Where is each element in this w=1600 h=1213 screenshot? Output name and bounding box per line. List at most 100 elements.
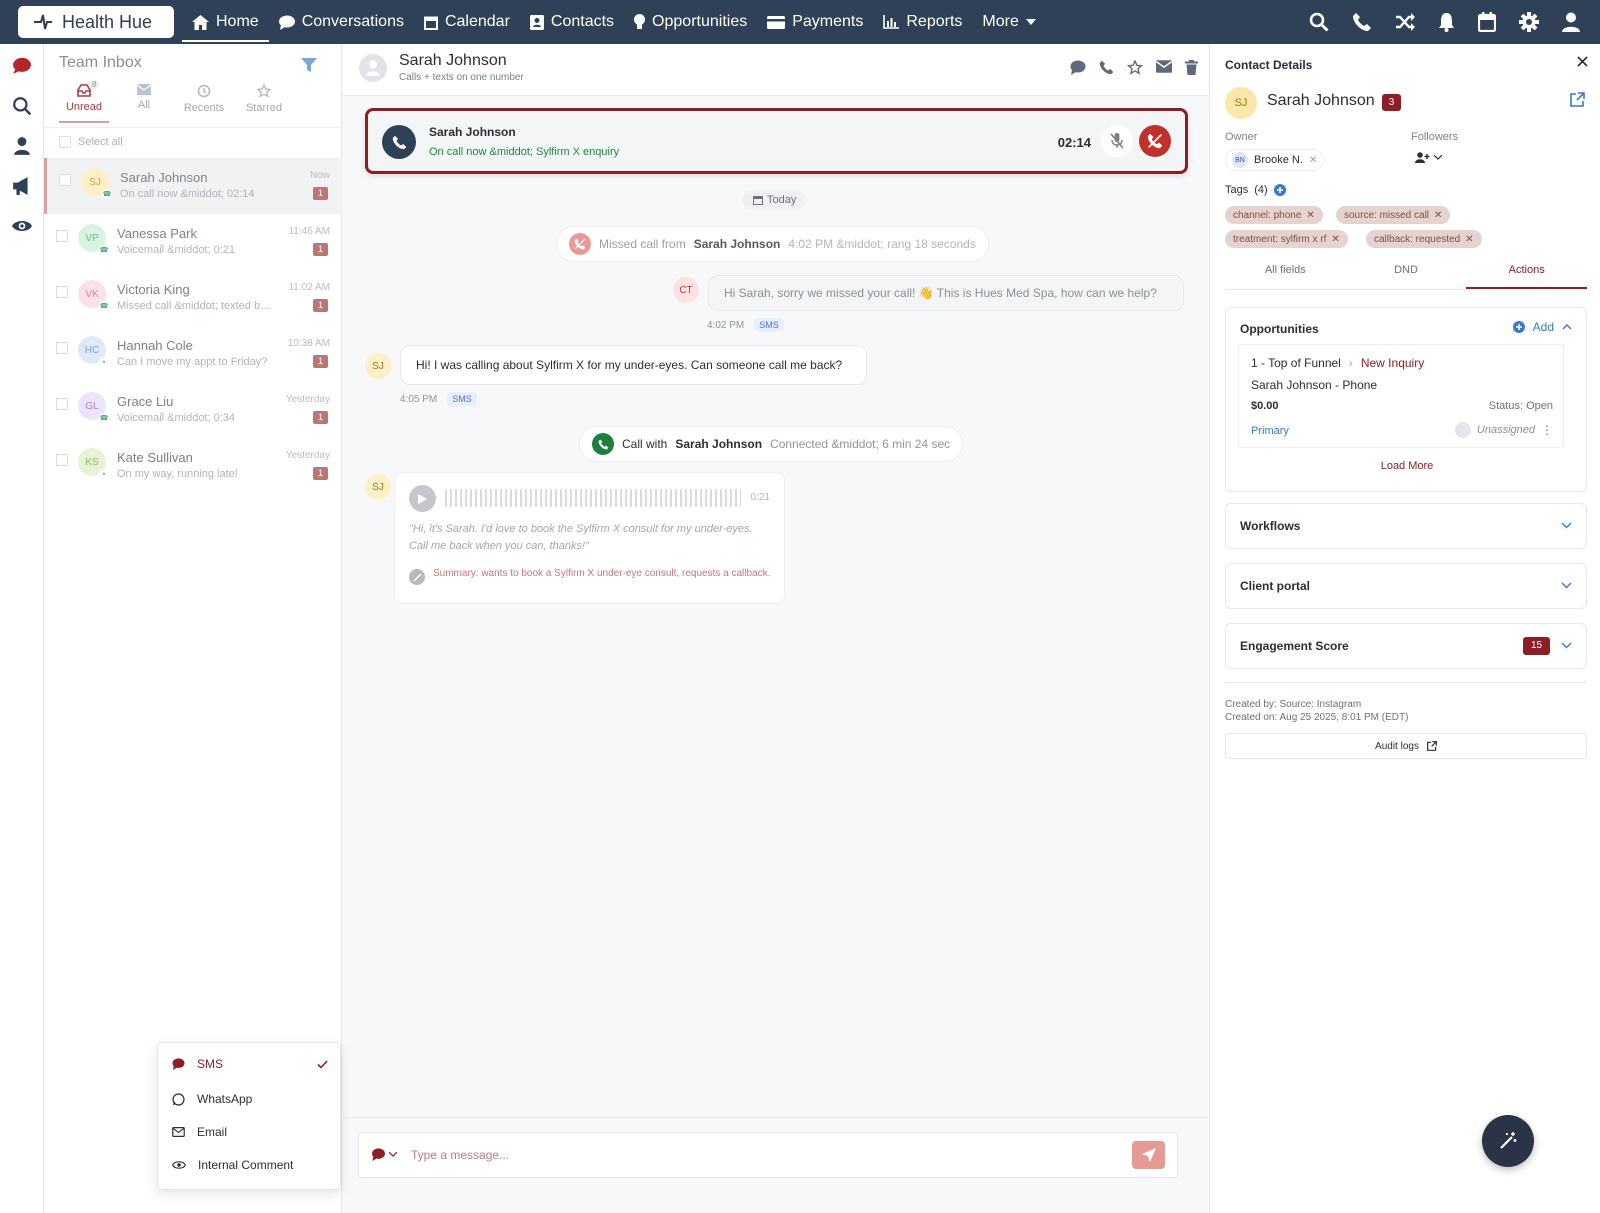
conversation-checkbox[interactable] (56, 230, 68, 242)
search-icon[interactable] (12, 96, 32, 116)
chevron-up-icon[interactable] (1562, 324, 1572, 330)
tab-dnd[interactable]: DND (1346, 264, 1467, 289)
search-icon[interactable] (1309, 12, 1329, 32)
remove-tag-icon[interactable]: ✕ (1331, 234, 1339, 245)
bell-icon[interactable] (1438, 12, 1455, 32)
conversation-name: Kate Sullivan (117, 450, 193, 465)
conversation-item[interactable]: VP ☎ Vanessa Park Voicemail &middot; 0:2… (44, 214, 342, 270)
eye-icon[interactable] (12, 216, 32, 236)
play-button[interactable] (409, 485, 436, 512)
envelope-icon[interactable] (1156, 60, 1172, 73)
megaphone-icon[interactable] (12, 176, 32, 196)
conversation-item[interactable]: GL ☎ Grace Liu Voicemail &middot; 0:34 Y… (44, 382, 342, 438)
conversation-preview: Missed call &middot; texted back (117, 300, 275, 312)
tab-actions[interactable]: Actions (1466, 264, 1588, 289)
chevron-down-icon[interactable] (1561, 522, 1572, 529)
channel-option-email[interactable]: Email (172, 1125, 227, 1139)
channel-option-sms[interactable]: SMS (172, 1057, 328, 1071)
phone-icon[interactable] (1352, 12, 1372, 32)
tab-recents[interactable]: Recents (179, 84, 229, 123)
client-portal-card[interactable]: Client portal (1225, 563, 1587, 609)
trash-icon[interactable] (1185, 60, 1198, 75)
star-icon[interactable] (1127, 60, 1143, 75)
tag-chip[interactable]: callback: requested ✕ (1366, 230, 1482, 248)
assignee[interactable]: Unassigned ⋮ (1454, 422, 1553, 438)
ai-assist-button[interactable] (1482, 1115, 1534, 1167)
end-call-button[interactable] (1139, 125, 1171, 157)
conversation-checkbox[interactable] (56, 342, 68, 354)
tab-all[interactable]: All (119, 84, 169, 123)
conversation-item[interactable]: SJ ☎ Sarah Johnson On call now &middot; … (44, 158, 342, 214)
mute-button[interactable] (1101, 125, 1133, 157)
message-meta: 4:05 PM SMS (400, 392, 477, 406)
select-all[interactable]: Select all (59, 136, 123, 148)
remove-tag-icon[interactable]: ✕ (1306, 210, 1314, 221)
add-opportunity-button[interactable]: Add (1512, 320, 1572, 334)
conversation-checkbox[interactable] (56, 286, 68, 298)
message-input[interactable]: Type a message... (358, 1132, 1178, 1178)
load-more-link[interactable]: Load More (1226, 460, 1588, 472)
audit-logs-button[interactable]: Audit logs (1225, 733, 1587, 759)
filter-icon[interactable] (301, 58, 317, 72)
calendar-icon (423, 16, 438, 30)
user-icon[interactable] (1562, 12, 1580, 32)
envelope-icon (172, 1127, 185, 1137)
close-icon[interactable] (1577, 56, 1588, 67)
conversation-checkbox[interactable] (56, 398, 68, 410)
external-link-icon[interactable] (1570, 92, 1585, 107)
message-placeholder: Type a message... (411, 1148, 510, 1162)
nav-conversations[interactable]: Conversations (269, 4, 414, 40)
phone-icon[interactable] (1099, 60, 1114, 75)
nav-calendar[interactable]: Calendar (414, 4, 520, 40)
nav-home[interactable]: Home (182, 4, 269, 42)
conversation-item[interactable]: KS ▪ Kate Sullivan On my way, running la… (44, 438, 342, 494)
chevron-down-icon[interactable] (1561, 582, 1572, 589)
stage-name: New Inquiry (1360, 356, 1425, 370)
workflows-card[interactable]: Workflows (1225, 503, 1587, 549)
chevron-down-icon[interactable] (1561, 642, 1572, 649)
remove-tag-icon[interactable]: ✕ (1465, 234, 1473, 245)
nav-opportunities[interactable]: Opportunities (624, 4, 757, 40)
add-tag-icon[interactable] (1273, 184, 1286, 196)
conversation-item[interactable]: VK ☎ Victoria King Missed call &middot; … (44, 270, 342, 326)
add-label: Add (1532, 320, 1554, 334)
gear-icon[interactable] (1519, 12, 1539, 32)
nav-payments[interactable]: Payments (757, 4, 873, 40)
nav-reports[interactable]: Reports (873, 4, 972, 40)
conversation-item[interactable]: HC ▪ Hannah Cole Can I move my appt to F… (44, 326, 342, 382)
channel-selector[interactable] (371, 1148, 397, 1161)
add-follower-button[interactable] (1415, 152, 1442, 163)
chat-bubble-icon[interactable] (1070, 60, 1086, 75)
audio-waveform[interactable] (445, 489, 741, 507)
tab-all-fields[interactable]: All fields (1225, 264, 1346, 289)
left-rail (0, 44, 44, 1213)
tab-unread[interactable]: 8 Unread (59, 80, 109, 123)
tag-chip[interactable]: source: missed call ✕ (1336, 206, 1451, 224)
details-title: Contact Details (1225, 58, 1313, 72)
chat-bubble-icon[interactable] (12, 56, 32, 76)
calendar-icon[interactable] (1478, 12, 1496, 32)
opportunity-item[interactable]: 1 - Top of Funnel › New Inquiry Sarah Jo… (1238, 344, 1564, 448)
nav-more[interactable]: More (972, 4, 1045, 40)
channel-option-whatsapp[interactable]: WhatsApp (172, 1092, 252, 1106)
channel-option-internal-comment[interactable]: Internal Comment (172, 1158, 293, 1172)
conversation-time: Yesterday (285, 450, 330, 461)
remove-owner-icon[interactable]: ✕ (1309, 155, 1317, 166)
shuffle-icon[interactable] (1395, 13, 1415, 31)
brand-logo[interactable]: Health Hue (18, 6, 174, 38)
nav-contacts[interactable]: Contacts (520, 4, 624, 40)
conversation-checkbox[interactable] (56, 454, 68, 466)
owner-chip[interactable]: BN Brooke N. ✕ (1225, 149, 1325, 171)
select-all-checkbox[interactable] (59, 136, 71, 148)
tab-starred[interactable]: Starred (239, 84, 289, 123)
remove-tag-icon[interactable]: ✕ (1434, 210, 1442, 221)
more-options-icon[interactable]: ⋮ (1541, 423, 1553, 437)
conversation-checkbox[interactable] (59, 174, 71, 186)
person-icon[interactable] (12, 136, 32, 156)
message-meta: 4:02 PM SMS (707, 318, 784, 332)
send-button[interactable] (1132, 1141, 1165, 1169)
channel-option-label: WhatsApp (197, 1092, 253, 1106)
tag-chip[interactable]: treatment: sylfirm x rf ✕ (1225, 230, 1348, 248)
tag-chip[interactable]: channel: phone ✕ (1225, 206, 1323, 224)
engagement-score-card[interactable]: Engagement Score 15 (1225, 623, 1587, 669)
